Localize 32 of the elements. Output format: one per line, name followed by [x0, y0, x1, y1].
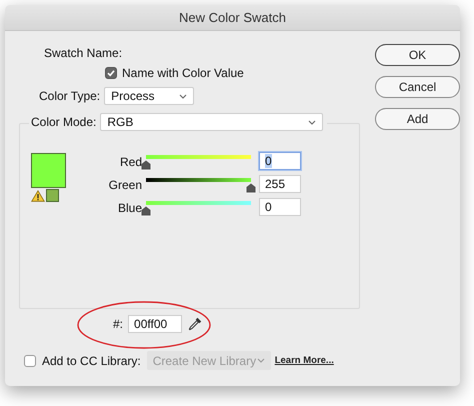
chevron-icon — [308, 120, 316, 124]
checkbox[interactable] — [105, 67, 117, 79]
checkbox[interactable] — [24, 354, 36, 366]
channel-label: Blue — [116, 201, 142, 215]
dialog-button[interactable]: Add — [375, 108, 460, 130]
value-field[interactable]: 255 — [259, 175, 301, 193]
color-swatch — [31, 153, 66, 188]
chevron-icon — [256, 358, 265, 363]
learn-more-link[interactable]: Learn More... — [274, 355, 334, 366]
dialog-button[interactable]: Cancel — [375, 76, 460, 98]
slider-thumb[interactable] — [141, 206, 151, 216]
value-field[interactable]: 0 — [259, 152, 301, 170]
slider-thumb[interactable] — [246, 183, 256, 193]
color-type-dropdown[interactable]: Process — [104, 87, 194, 105]
hex-label: #: — [113, 317, 124, 331]
color-mode-dropdown[interactable]: RGB — [100, 113, 324, 131]
color-mode-label: Color Mode: — [31, 115, 96, 129]
dialog-button[interactable]: OK — [375, 44, 460, 66]
checkbox-label: Name with Color Value — [122, 66, 244, 80]
eyedropper-icon[interactable] — [187, 316, 204, 332]
slider-thumb[interactable] — [141, 160, 151, 170]
channel-label: Red — [118, 155, 142, 169]
chevron-icon — [179, 94, 188, 98]
window-title: New Color Swatch — [179, 10, 286, 25]
hex-field[interactable]: 00ff00 — [128, 315, 182, 333]
channel-label: Green — [108, 178, 142, 192]
checkbox-label: Add to CC Library: — [42, 354, 141, 368]
color-type-label: Color Type: — [39, 89, 100, 103]
swatch-name-label: Swatch Name: — [44, 46, 124, 60]
value-field[interactable]: 0 — [259, 198, 301, 216]
warning-icon[interactable] — [31, 190, 45, 202]
gamut-swatch[interactable] — [46, 189, 59, 202]
